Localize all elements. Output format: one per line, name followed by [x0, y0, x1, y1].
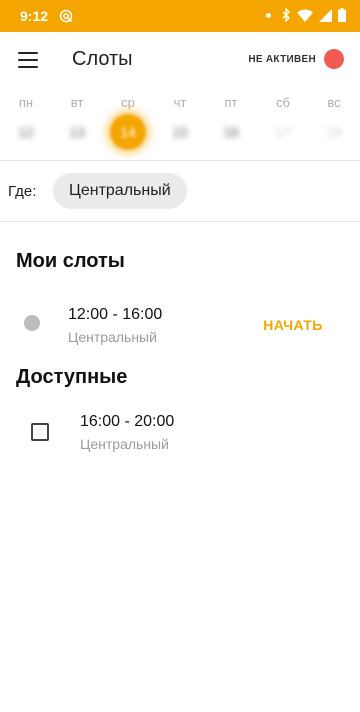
day-name: пт	[224, 95, 238, 110]
my-slots-title: Мои слоты	[16, 250, 125, 272]
start-button[interactable]: НАЧАТЬ	[258, 310, 328, 340]
app-notification-icon	[59, 9, 73, 23]
divider	[0, 221, 360, 222]
day-mon[interactable]: пн 12	[0, 92, 52, 150]
slot-status-indicator	[24, 315, 40, 331]
day-name: пн	[18, 95, 34, 110]
day-name: вс	[327, 95, 341, 110]
day-number: 12	[18, 124, 34, 140]
hamburger-menu-icon[interactable]	[18, 52, 38, 68]
app-bar: Слоты НЕ АКТИВЕН	[0, 32, 360, 88]
day-sat[interactable]: сб 17	[257, 92, 309, 150]
slot-checkbox[interactable]	[31, 423, 49, 441]
day-number: 13	[69, 124, 85, 140]
wifi-icon	[297, 9, 313, 22]
status-indicator[interactable]	[324, 49, 344, 69]
page-title: Слоты	[72, 48, 133, 70]
day-thu[interactable]: чт 15	[154, 92, 206, 150]
battery-icon	[338, 8, 346, 22]
day-sun[interactable]: вс 18	[308, 92, 360, 150]
day-number: 16	[223, 124, 239, 140]
day-number: 15	[172, 124, 188, 140]
location-chip[interactable]: Центральный	[53, 173, 187, 209]
slot-time: 12:00 - 16:00	[68, 306, 163, 323]
day-number: 17	[275, 124, 291, 140]
week-day-selector: пн 12 вт 13 ср 14 чт 15 пт 16 сб 17 вс 1…	[0, 92, 360, 160]
day-fri[interactable]: пт 16	[205, 92, 257, 150]
status-label: НЕ АКТИВЕН	[248, 54, 316, 65]
status-icons	[266, 8, 346, 22]
bluetooth-icon	[282, 8, 290, 22]
slot-time: 16:00 - 20:00	[80, 413, 175, 430]
slot-place: Центральный	[80, 436, 169, 452]
day-name: ср	[121, 95, 135, 110]
day-wed[interactable]: ср 14	[102, 92, 154, 150]
day-tue[interactable]: вт 13	[51, 92, 103, 150]
day-name: чт	[173, 95, 187, 110]
status-bar: 9:12	[0, 0, 360, 32]
divider	[0, 160, 360, 161]
day-number: 18	[326, 124, 342, 140]
day-name: сб	[276, 95, 290, 110]
status-time: 9:12	[20, 8, 49, 24]
day-number-selected: 14	[110, 114, 146, 150]
day-name: вт	[70, 95, 84, 110]
slot-place: Центральный	[68, 329, 157, 345]
where-label: Где:	[8, 183, 37, 200]
signal-icon	[319, 8, 332, 22]
available-title: Доступные	[16, 366, 128, 388]
notification-dot-icon	[266, 12, 271, 18]
